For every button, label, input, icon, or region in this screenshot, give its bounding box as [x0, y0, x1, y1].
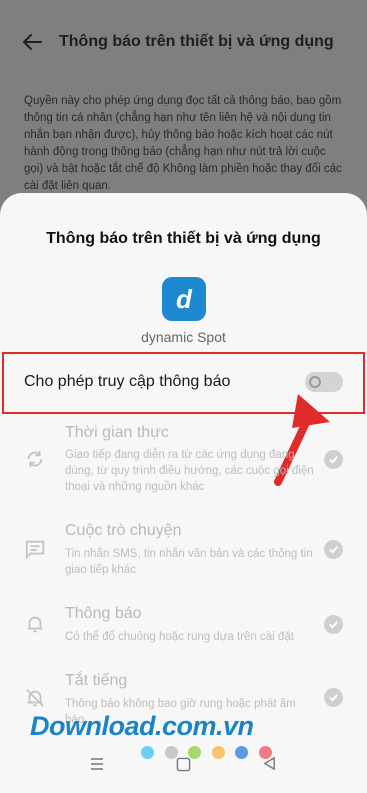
sync-icon — [27, 450, 43, 468]
watermark-logo: Download.com.vn — [30, 711, 254, 741]
page-title: Thông báo trên thiết bị và ứng dụng — [59, 33, 334, 50]
menu-icon[interactable] — [89, 756, 105, 772]
sheet-title: Thông báo trên thiết bị và ứng dụng — [46, 230, 321, 247]
permission-title: Tắt tiếng — [65, 672, 128, 689]
check-icon — [324, 450, 343, 469]
top-bar: Thông báo trên thiết bị và ứng dụng — [0, 0, 367, 85]
permission-desc: Có thể đổ chuông hoặc rung dựa trên cài … — [65, 631, 294, 643]
bell-off-icon — [26, 689, 44, 707]
app-icon-letter: d — [176, 283, 192, 314]
check-icon — [324, 615, 343, 634]
permission-title: Thời gian thực — [65, 424, 169, 441]
permission-title: Cuộc trò chuyện — [65, 522, 182, 539]
permission-desc: Giao tiếp đang diễn ra từ các ứng dụng đ… — [65, 449, 314, 493]
permission-desc: Tin nhắn SMS, tin nhắn văn bản và các th… — [65, 548, 313, 576]
system-nav-bar — [0, 752, 367, 780]
home-icon[interactable] — [176, 757, 191, 772]
check-icon — [324, 688, 343, 707]
back-arrow-icon[interactable] — [20, 30, 44, 54]
chat-icon — [25, 540, 45, 560]
app-icon: d — [162, 277, 206, 321]
check-icon — [324, 540, 343, 559]
permission-description: Quyền này cho phép ứng dụng đọc tất cả t… — [24, 95, 342, 192]
app-name: dynamic Spot — [141, 329, 226, 345]
permission-title: Thông báo — [65, 605, 142, 622]
back-triangle-icon[interactable] — [262, 756, 277, 771]
bell-icon — [27, 616, 43, 633]
allow-access-label: Cho phép truy cập thông báo — [24, 373, 231, 390]
